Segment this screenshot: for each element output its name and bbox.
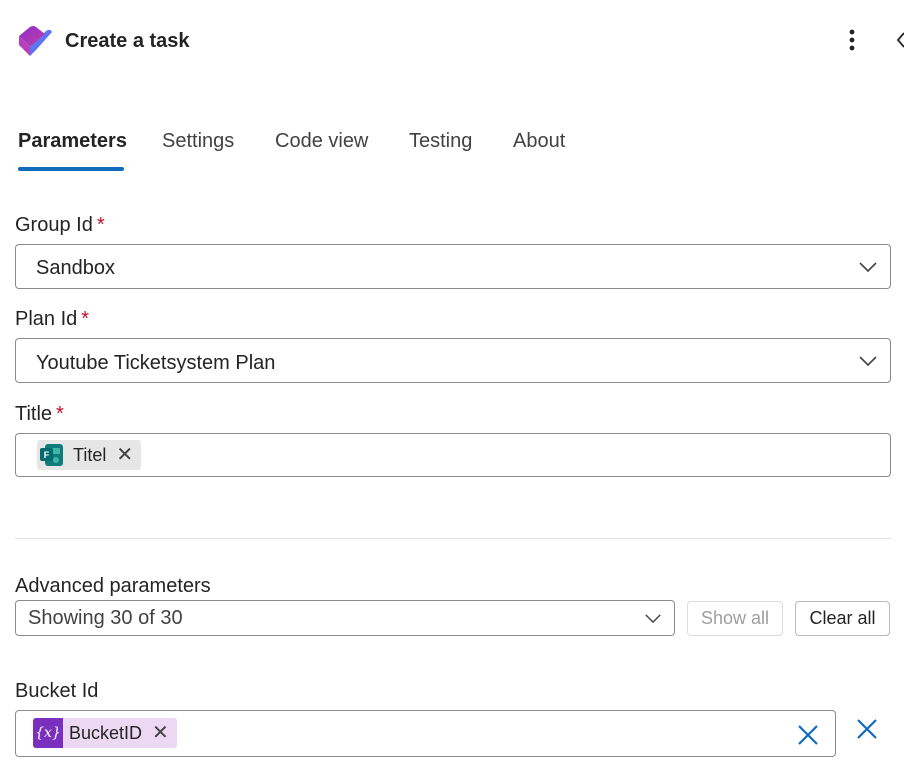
tab-about[interactable]: About <box>513 124 565 158</box>
forms-icon: F <box>37 440 67 470</box>
bucket-id-token-text: BucketID <box>69 723 143 743</box>
section-divider <box>15 538 891 539</box>
group-id-dropdown[interactable]: Sandbox <box>15 244 891 289</box>
clear-field-icon[interactable] <box>797 724 819 746</box>
required-marker: * <box>96 214 105 236</box>
chevron-down-icon <box>859 356 877 367</box>
plan-id-label: Plan Id * <box>15 307 89 331</box>
planner-logo-icon <box>16 22 54 60</box>
chevron-down-icon <box>859 262 877 273</box>
required-marker: * <box>81 308 90 330</box>
collapse-panel-button[interactable] <box>894 30 904 50</box>
group-id-label: Group Id * <box>15 213 105 237</box>
title-token-text: Titel <box>73 445 107 465</box>
tab-testing[interactable]: Testing <box>409 124 472 158</box>
tab-settings[interactable]: Settings <box>162 124 234 158</box>
remove-parameter-icon[interactable] <box>856 718 878 740</box>
plan-id-value: Youtube Ticketsystem Plan <box>36 352 276 374</box>
tab-bar: Parameters Settings Code view Testing Ab… <box>0 124 904 174</box>
variable-icon: {x} <box>33 718 63 748</box>
advanced-parameters-dropdown[interactable]: Showing 30 of 30 <box>15 600 675 636</box>
show-all-button[interactable]: Show all <box>687 601 783 636</box>
group-id-value: Sandbox <box>36 257 115 279</box>
tab-parameters[interactable]: Parameters <box>18 124 127 158</box>
title-input[interactable]: F Titel ✕ <box>15 433 891 477</box>
bucket-id-token[interactable]: {x} BucketID ✕ <box>33 718 177 748</box>
title-token[interactable]: F Titel ✕ <box>37 440 142 470</box>
page-title: Create a task <box>65 30 190 52</box>
tab-code-view[interactable]: Code view <box>275 124 368 158</box>
title-label: Title * <box>15 402 64 426</box>
clear-all-button[interactable]: Clear all <box>795 601 890 636</box>
group-id-label-text: Group Id <box>15 214 93 236</box>
advanced-parameters-value: Showing 30 of 30 <box>28 607 183 629</box>
chevron-down-icon <box>645 614 661 624</box>
plan-id-dropdown[interactable]: Youtube Ticketsystem Plan <box>15 338 891 383</box>
chevron-left-icon <box>896 32 904 48</box>
more-options-button[interactable] <box>838 26 866 54</box>
bucket-id-label: Bucket Id <box>15 680 99 702</box>
advanced-parameters-label: Advanced parameters <box>15 575 211 597</box>
required-marker: * <box>56 403 64 425</box>
remove-token-icon[interactable]: ✕ <box>152 723 169 743</box>
bucket-id-input[interactable]: {x} BucketID ✕ <box>15 710 836 757</box>
title-label-text: Title <box>15 403 53 425</box>
plan-id-label-text: Plan Id <box>15 308 78 330</box>
active-tab-indicator <box>18 167 124 171</box>
remove-token-icon[interactable]: ✕ <box>116 445 133 465</box>
svg-text:F: F <box>44 450 50 460</box>
more-vertical-icon <box>849 29 855 51</box>
